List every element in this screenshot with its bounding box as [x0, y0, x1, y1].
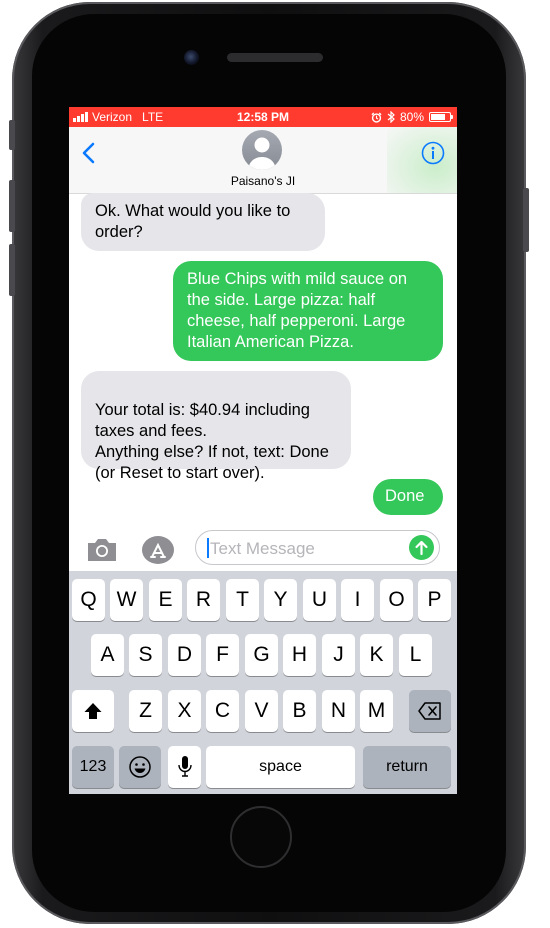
key-e[interactable]: E	[149, 579, 182, 621]
key-l[interactable]: L	[399, 634, 432, 676]
key-f[interactable]: F	[206, 634, 239, 676]
return-key[interactable]: return	[363, 746, 451, 788]
camera-icon[interactable]	[85, 538, 119, 562]
dictation-key[interactable]	[168, 746, 201, 788]
message-composer	[69, 525, 457, 571]
key-a[interactable]: A	[91, 634, 124, 676]
volume-down-button	[9, 244, 15, 296]
shift-key[interactable]	[72, 690, 114, 732]
info-icon[interactable]	[421, 141, 445, 165]
message-bubble-outgoing: Done	[373, 479, 443, 515]
key-k[interactable]: K	[360, 634, 393, 676]
key-w[interactable]: W	[110, 579, 143, 621]
messages-screen: Verizon LTE 12:58 PM 80% Paisano's JI Ok…	[69, 107, 457, 794]
contact-avatar[interactable]	[242, 130, 282, 170]
key-n[interactable]: N	[322, 690, 355, 732]
app-store-icon[interactable]	[141, 535, 175, 565]
key-b[interactable]: B	[283, 690, 316, 732]
message-input-container[interactable]	[195, 530, 440, 565]
battery-icon	[429, 112, 453, 122]
microphone-icon	[177, 756, 192, 777]
message-text: Done	[385, 487, 425, 505]
key-y[interactable]: Y	[264, 579, 297, 621]
key-x[interactable]: X	[168, 690, 201, 732]
key-m[interactable]: M	[360, 690, 393, 732]
alarm-icon	[371, 111, 382, 123]
delete-key[interactable]	[409, 690, 451, 732]
person-silhouette-icon	[248, 137, 276, 170]
emoji-key[interactable]	[119, 746, 161, 788]
conversation-header: Paisano's JI	[69, 127, 457, 194]
key-z[interactable]: Z	[129, 690, 162, 732]
key-u[interactable]: U	[303, 579, 336, 621]
emoji-icon	[129, 756, 151, 778]
key-c[interactable]: C	[206, 690, 239, 732]
front-camera	[184, 50, 199, 65]
status-bar: Verizon LTE 12:58 PM 80%	[69, 107, 457, 127]
message-text: Your total is: $40.94 including taxes an…	[95, 401, 329, 482]
space-key[interactable]: space	[206, 746, 355, 788]
keyboard: Q W E R T Y U I O P A S D F G H J K L Z …	[69, 571, 457, 794]
volume-up-button	[9, 180, 15, 232]
key-o[interactable]: O	[380, 579, 413, 621]
backspace-icon	[418, 702, 441, 720]
contact-name[interactable]: Paisano's JI	[69, 174, 457, 188]
message-text: Ok. What would you like to order?	[95, 202, 291, 241]
key-s[interactable]: S	[129, 634, 162, 676]
key-j[interactable]: J	[322, 634, 355, 676]
key-v[interactable]: V	[245, 690, 278, 732]
battery-percent: 80%	[399, 110, 424, 124]
key-q[interactable]: Q	[72, 579, 105, 621]
message-bubble-outgoing: Blue Chips with mild sauce on the side. …	[173, 261, 443, 361]
arrow-up-icon	[415, 540, 428, 556]
key-g[interactable]: G	[245, 634, 278, 676]
key-i[interactable]: I	[341, 579, 374, 621]
shift-arrow-icon	[84, 703, 102, 719]
message-input[interactable]	[208, 537, 402, 561]
numbers-key[interactable]: 123	[72, 746, 114, 788]
key-t[interactable]: T	[226, 579, 259, 621]
message-bubble-incoming: Ok. What would you like to order?	[81, 193, 325, 251]
earpiece-speaker	[227, 53, 323, 62]
message-text: Blue Chips with mild sauce on the side. …	[187, 270, 408, 351]
mute-switch	[9, 120, 15, 150]
key-p[interactable]: P	[418, 579, 451, 621]
key-r[interactable]: R	[187, 579, 220, 621]
key-d[interactable]: D	[168, 634, 201, 676]
key-h[interactable]: H	[283, 634, 316, 676]
message-bubble-incoming: Your total is: $40.94 including taxes an…	[81, 371, 351, 482]
bluetooth-icon	[387, 111, 395, 123]
home-button[interactable]	[230, 806, 292, 868]
send-button[interactable]	[409, 535, 434, 560]
back-chevron-icon[interactable]	[79, 141, 101, 165]
power-button	[523, 188, 529, 252]
